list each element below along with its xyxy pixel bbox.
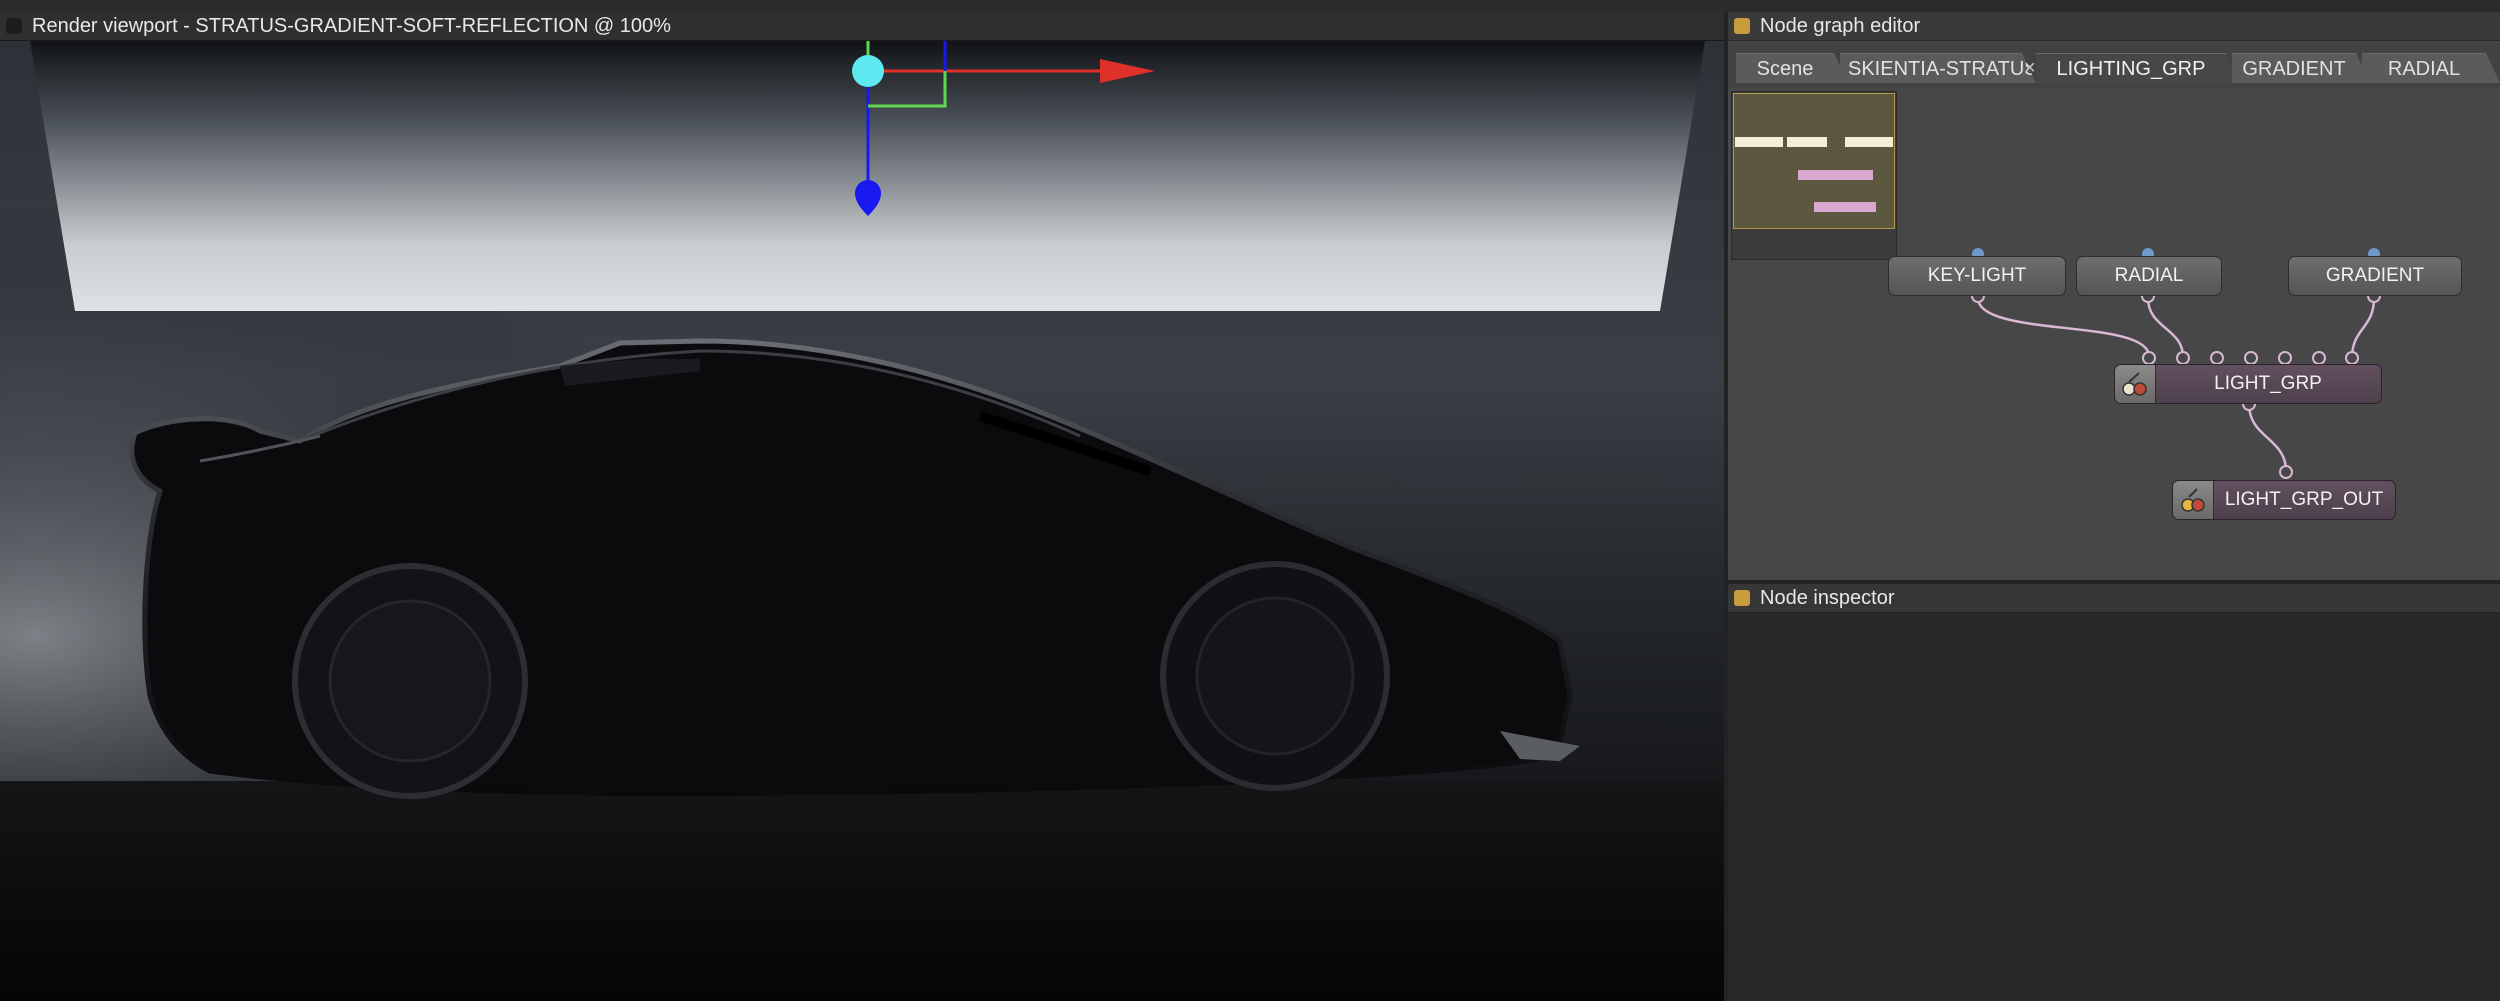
node-light-grp-out[interactable]: LIGHT_GRP_OUT bbox=[2172, 480, 2396, 520]
output-node-icon bbox=[2173, 481, 2214, 519]
tab-label: Scene bbox=[1756, 58, 1814, 80]
group-node-icon bbox=[2115, 365, 2156, 403]
node-label: LIGHT_GRP bbox=[2214, 373, 2322, 394]
node-label: RADIAL bbox=[2114, 265, 2184, 286]
node-graph-canvas[interactable]: KEY-LIGHT RADIAL GRADIENT LIGHT_GRP LIGH… bbox=[1728, 88, 2500, 580]
panel-menu-icon[interactable] bbox=[1734, 18, 1750, 34]
node-inspector-header: Node inspector bbox=[1728, 584, 2500, 613]
tab-label: GRADIENT bbox=[2242, 58, 2346, 80]
node-light-grp[interactable]: LIGHT_GRP bbox=[2114, 364, 2382, 404]
render-viewport-title: Render viewport - STRATUS-GRADIENT-SOFT-… bbox=[32, 14, 671, 37]
tab-label: LIGHTING_GRP bbox=[2056, 58, 2206, 80]
node-label: GRADIENT bbox=[2325, 265, 2425, 286]
tab-scene[interactable]: Scene bbox=[1736, 53, 1848, 83]
render-image bbox=[0, 41, 1724, 1001]
node-radial[interactable]: RADIAL bbox=[2076, 256, 2222, 296]
window-top-strip bbox=[0, 0, 2500, 12]
tab-label: SKIENTIA-STRATUS bbox=[1848, 58, 2038, 80]
node-graph-editor-header: Node graph editor bbox=[1728, 12, 2500, 41]
node-label: KEY-LIGHT bbox=[1927, 265, 2027, 286]
node-graph-editor-panel: Node graph editor Scene SKIENTIA-STRATUS… bbox=[1728, 12, 2500, 580]
tab-gradient[interactable]: GRADIENT bbox=[2232, 53, 2370, 83]
node-gradient[interactable]: GRADIENT bbox=[2288, 256, 2462, 296]
node-inspector-panel: Node inspector bbox=[1728, 584, 2500, 1001]
tab-radial[interactable]: RADIAL bbox=[2362, 53, 2500, 83]
node-inspector-body bbox=[1728, 613, 2500, 1001]
node-label: LIGHT_GRP_OUT bbox=[2224, 489, 2384, 510]
tab-skientia-stratus[interactable]: SKIENTIA-STRATUS bbox=[1840, 53, 2036, 83]
node-graph-editor-title: Node graph editor bbox=[1760, 14, 1921, 37]
panel-menu-icon[interactable] bbox=[1734, 590, 1750, 606]
render-canvas[interactable] bbox=[0, 41, 1724, 1001]
graph-tab-bar: Scene SKIENTIA-STRATUS × LIGHTING_GRP GR… bbox=[1728, 44, 2500, 88]
render-viewport-header: Render viewport - STRATUS-GRADIENT-SOFT-… bbox=[0, 12, 1724, 41]
tab-lighting-grp[interactable]: LIGHTING_GRP bbox=[2036, 53, 2240, 83]
panel-menu-icon[interactable] bbox=[6, 18, 22, 34]
node-key-light[interactable]: KEY-LIGHT bbox=[1888, 256, 2066, 296]
node-inspector-title: Node inspector bbox=[1760, 586, 1895, 609]
render-viewport-panel: Render viewport - STRATUS-GRADIENT-SOFT-… bbox=[0, 12, 1724, 1001]
close-icon[interactable]: × bbox=[2024, 53, 2036, 83]
tab-label: RADIAL bbox=[2387, 58, 2461, 80]
